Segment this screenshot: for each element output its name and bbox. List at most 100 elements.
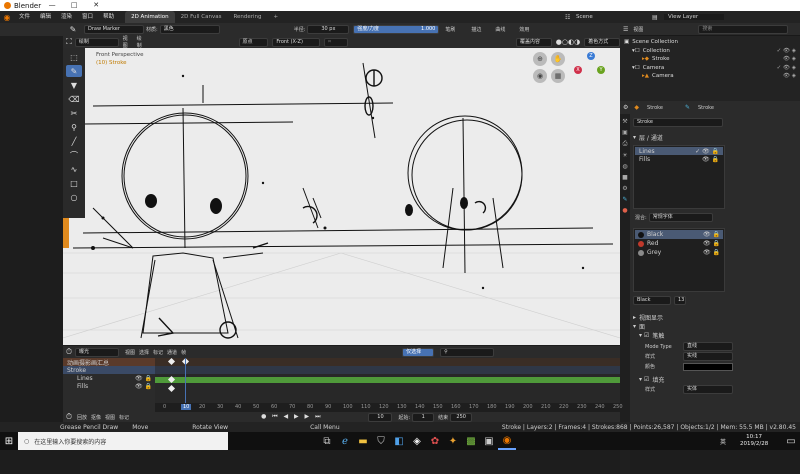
cutter-icon[interactable]: ✂ xyxy=(66,107,82,119)
stroke-subpanel[interactable]: ▾ ☑ 笔触 xyxy=(633,331,797,340)
material-slot-grey[interactable]: Grey 👁 🔒 xyxy=(635,248,723,257)
draw-menu[interactable]: 绘制 xyxy=(137,35,147,49)
stroke-menu[interactable]: 描边 xyxy=(471,26,481,33)
eyedropper-icon[interactable]: ⚲ xyxy=(66,121,82,133)
arc-tool-icon[interactable]: ⌒ xyxy=(66,149,82,161)
view-layer-selector[interactable]: View Layer xyxy=(664,14,724,20)
playback-controls[interactable]: ● ⏮ ◀ ▶ ▶ ⏭ xyxy=(261,413,322,421)
fill-style-selector[interactable]: 实体 xyxy=(683,385,733,394)
tab-2d-full-canvas[interactable]: 2D Full Canvas xyxy=(175,11,228,23)
curve-menu[interactable]: 曲线 xyxy=(495,26,505,33)
timeline-marker-menu[interactable]: 标记 xyxy=(153,349,163,356)
material-slot-black[interactable]: Black 👁 🔒 xyxy=(635,230,723,239)
overlay-button[interactable]: 覆盖内容 xyxy=(515,37,552,47)
guides-toggle[interactable]: ⌗ xyxy=(324,37,348,47)
select-box-icon[interactable]: ⬚ xyxy=(66,51,82,63)
material-selector[interactable]: 黑色 xyxy=(159,25,220,34)
app-icon-2[interactable]: ◈ xyxy=(408,432,426,450)
surface-panel[interactable]: ▾ 面 xyxy=(633,322,797,331)
input-language[interactable]: 英 xyxy=(720,437,726,446)
channel-stroke[interactable]: Stroke xyxy=(63,366,155,374)
outliner-item-camera[interactable]: ▸▲ Camera 👁 ◈ xyxy=(624,72,796,81)
circle-tool-icon[interactable]: ○ xyxy=(66,191,82,203)
outliner-item-stroke[interactable]: ▸◆ Stroke 👁 ◈ xyxy=(624,55,796,64)
timeline-select-menu[interactable]: 选择 xyxy=(139,349,149,356)
tab-rendering[interactable]: Rendering xyxy=(227,11,267,23)
object-tab-icon[interactable]: ■ xyxy=(622,174,628,181)
active-material-field[interactable]: Black xyxy=(633,296,671,305)
blender-taskbar-icon[interactable]: ◉ xyxy=(498,432,516,450)
layer-item-fills[interactable]: Fills 👁 🔒 xyxy=(635,155,723,163)
strength-slider[interactable]: 强度/力度 1.000 xyxy=(353,25,440,34)
file-explorer-icon[interactable]: ▬ xyxy=(354,432,372,450)
editor-type-icon[interactable]: ⛶ xyxy=(63,36,75,48)
channel-summary[interactable]: 动画摄影画汇总 xyxy=(63,358,155,367)
zoom-icon[interactable]: ⊕ xyxy=(533,52,547,66)
menu-file[interactable]: 文件 xyxy=(14,11,35,23)
notification-icon[interactable]: ▭ xyxy=(782,432,800,450)
eraser-icon[interactable]: ⌫ xyxy=(66,93,82,105)
properties-editor-icon[interactable]: ⚙ xyxy=(623,104,628,111)
task-view-icon[interactable]: ⧉ xyxy=(318,432,336,450)
layer-item-lines[interactable]: Lines ✓ 👁 🔒 xyxy=(635,147,723,155)
material-tab-icon[interactable]: ● xyxy=(622,207,627,214)
only-selected-toggle[interactable]: 仅选择 xyxy=(402,347,435,357)
outliner-item-camera-collection[interactable]: ▾☐ Camera ✓ 👁 ◈ xyxy=(624,64,796,73)
brush-menu[interactable]: 笔刷 xyxy=(445,26,455,33)
blend-selector[interactable]: 常规字体 xyxy=(648,213,713,222)
render-tab-icon[interactable]: ▣ xyxy=(622,129,628,136)
outliner-item-collection[interactable]: ▾☐ Collection ✓ 👁 ◈ xyxy=(624,47,796,56)
system-clock[interactable]: 10:17 2019/2/28 xyxy=(740,434,768,448)
effects-menu[interactable]: 效用 xyxy=(519,26,529,33)
outliner-search-input[interactable]: 搜索 xyxy=(698,24,789,34)
timeline-search-input[interactable]: ⚲ xyxy=(440,347,495,357)
box-tool-icon[interactable]: □ xyxy=(66,177,82,189)
gizmo-x-axis[interactable]: X xyxy=(574,66,582,74)
material-users-count[interactable]: 13 xyxy=(674,296,686,305)
outliner-editor-icon[interactable]: ☰ xyxy=(623,26,628,33)
keyframe-marker[interactable] xyxy=(167,384,176,393)
style-selector[interactable]: 实线 xyxy=(683,352,733,361)
menu-help[interactable]: 帮助 xyxy=(98,11,119,23)
timeline-frame-menu[interactable]: 帧 xyxy=(181,349,186,356)
playback-view-menu[interactable]: 视图 xyxy=(105,414,115,421)
material-slot-red[interactable]: Red 👁 🔒 xyxy=(635,239,723,248)
outliner-view-menu[interactable]: 视图 xyxy=(633,26,643,33)
timeline-view-menu[interactable]: 视图 xyxy=(125,349,135,356)
playback-menu[interactable]: 回放 xyxy=(77,414,87,421)
view-menu[interactable]: 视图 xyxy=(123,35,133,49)
dopesheet-editor-icon[interactable]: ⏱ xyxy=(63,346,75,358)
datablock-field[interactable]: Stroke xyxy=(633,118,723,127)
app-icon-1[interactable]: ◧ xyxy=(390,432,408,450)
ortho-toggle-icon[interactable]: ▦ xyxy=(551,69,565,83)
dopesheet-mode-selector[interactable]: 曝光 xyxy=(75,347,119,357)
store-icon[interactable]: ⛉ xyxy=(372,432,390,450)
app-icon-3[interactable]: ✿ xyxy=(426,432,444,450)
fill-subpanel[interactable]: ▾ ☑ 填充 xyxy=(633,375,797,384)
tab-2d-animation[interactable]: 2D Animation xyxy=(125,11,175,23)
3d-viewport[interactable]: Front Perspective (10) Stroke ⊕ ✋ ◉ ▦ Z … xyxy=(63,48,620,345)
keying-menu[interactable]: 抠像 xyxy=(91,414,101,421)
line-tool-icon[interactable]: ╱ xyxy=(66,135,82,147)
brush-selector[interactable]: Draw Marker xyxy=(84,25,144,34)
start-frame-field[interactable]: 1 xyxy=(412,412,435,422)
playback-marker-menu[interactable]: 标记 xyxy=(119,414,129,421)
close-button[interactable]: ✕ xyxy=(85,0,107,11)
shading-solid-icon[interactable]: ●○◐◑ xyxy=(556,38,580,46)
shading-menu[interactable]: 着色方式 xyxy=(584,37,620,47)
origin-selector[interactable]: 原点 xyxy=(238,37,269,47)
channel-lines[interactable]: Lines 👁 🔒 xyxy=(63,374,155,382)
navigation-gizmo[interactable]: Z X Y xyxy=(573,52,617,92)
curve-tool-icon[interactable]: ∿ xyxy=(66,163,82,175)
tool-tab-icon[interactable]: ⚒ xyxy=(622,118,627,125)
menu-render[interactable]: 渲染 xyxy=(56,11,77,23)
gizmo-z-axis[interactable]: Z xyxy=(587,52,595,60)
add-workspace-button[interactable]: + xyxy=(268,11,285,23)
stroke-color-swatch[interactable] xyxy=(683,362,733,371)
app-icon-6[interactable]: ▣ xyxy=(480,432,498,450)
drawing-plane-selector[interactable]: Front (X-Z) xyxy=(272,37,321,47)
menu-edit[interactable]: 编辑 xyxy=(35,11,56,23)
layers-panel-header[interactable]: ▾ 层 / 通道 xyxy=(633,133,797,142)
timeline-channel-menu[interactable]: 通道 xyxy=(167,349,177,356)
mode-selector[interactable]: 绘制 xyxy=(74,37,119,47)
